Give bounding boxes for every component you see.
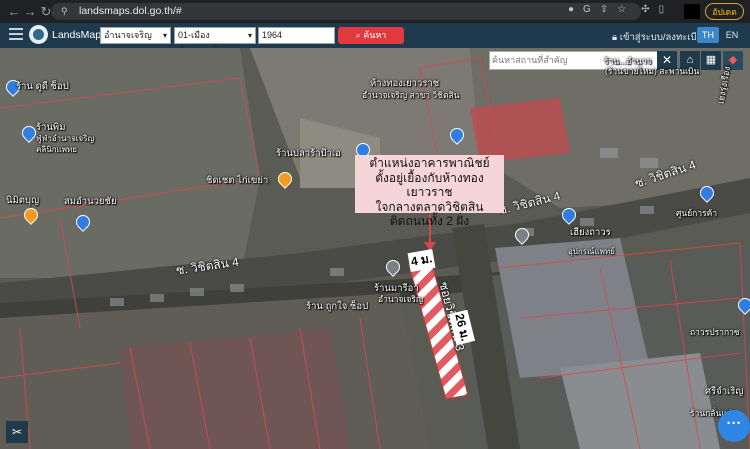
login-label: เข้าสู่ระบบ/ลงทะเบียน	[619, 32, 709, 43]
province-select[interactable]: อำนาจเจริญ ▾	[100, 27, 171, 44]
map-imagery	[0, 48, 750, 449]
district-select[interactable]: 01-เมืองอำนาจเจริญ ▾	[174, 27, 256, 55]
place-label: อุปกรณ์แพทย์	[568, 247, 615, 256]
place-label: ร้าน ดูดี ช็อป	[16, 81, 69, 92]
lang-th-button[interactable]: TH	[697, 27, 719, 43]
extensions-icon[interactable]: ✣	[641, 4, 649, 15]
place-label: ถาวรปรากาซ	[690, 327, 740, 337]
lock-icon: 🔒︎	[612, 32, 620, 43]
update-button[interactable]: อัปเดต	[705, 3, 744, 20]
chevron-down-icon: ▾	[162, 31, 167, 40]
forward-icon[interactable]: →	[22, 4, 38, 19]
app-title: LandsMaps	[52, 29, 107, 41]
province-value: อำนาจเจริญ	[104, 30, 152, 40]
satellite-map[interactable]: ค้นหาสถานที่สำคัญ ✕ ⌂ ▦ ◆ ร้าน ดูดี ช็อป…	[0, 48, 750, 449]
location-callout: ตำแหน่งอาคารพาณิชย์ ตั้งอยู่เยื้องกับห้า…	[355, 155, 504, 228]
place-label: ร้าน...อำนาจ	[604, 56, 652, 66]
place-label: ศูนย์การค้า	[676, 208, 718, 218]
location-icon[interactable]: ●	[568, 4, 574, 15]
place-label: นิมิตบุญ	[6, 195, 40, 206]
landsmaps-logo	[29, 25, 48, 44]
search-label: ค้นหา	[363, 30, 387, 40]
place-label: คลินิกแพทย	[36, 145, 77, 154]
place-label: อำนาจเจริญ	[378, 294, 424, 304]
bookmark-star-icon[interactable]: ☆	[617, 4, 626, 15]
address-bar[interactable]: ⚲ landsmaps.dol.go.th/#	[51, 3, 641, 20]
search-button[interactable]: ⌕ ค้นหา	[338, 27, 404, 44]
back-icon[interactable]: ←	[6, 4, 22, 19]
google-icon[interactable]: G	[583, 4, 591, 15]
place-label: ร้าน ถูกใจ ช็อป	[306, 301, 369, 312]
browser-action-icons: ● G ⇪ ☆ ✣ ▯	[568, 4, 664, 15]
place-label: ศรีจำเริญ	[705, 386, 744, 397]
callout-line: ติดถนนทั้ง 2 ฝั่ง	[389, 214, 470, 228]
menu-icon[interactable]	[9, 28, 23, 43]
more-options-button[interactable]: ···	[718, 410, 750, 442]
chevron-down-icon: ▾	[247, 31, 252, 40]
grid-icon[interactable]: ▦	[701, 51, 721, 70]
parcel-number-input[interactable]: 1964	[258, 27, 335, 44]
place-label: สมอำนวยชัย	[64, 196, 117, 207]
sidepanel-icon[interactable]: ▯	[659, 4, 665, 15]
callout-line: ตำแหน่งอาคารพาณิชย์	[369, 156, 490, 170]
measure-tool-icon[interactable]: ✂	[6, 421, 28, 443]
place-label: อำนาจเจริญ สาขา วิชิตสิน	[362, 90, 460, 100]
callout-line: ใจกลางตลาดวิชิตสิน	[375, 199, 484, 214]
parcel-number-value: 1964	[262, 30, 283, 40]
url-text: landsmaps.dol.go.th/#	[79, 5, 182, 17]
callout-line: ตั้งอยู่เยื้องกับห้างทองเยาวราช	[375, 170, 484, 200]
profile-avatar[interactable]	[684, 4, 700, 19]
lang-en-button[interactable]: EN	[721, 27, 743, 43]
place-label: เฮียงถาวร	[570, 227, 611, 238]
place-label: ชิดเชต ไก่เขย่า	[206, 175, 269, 186]
app-header: LandsMaps อำนาจเจริญ ▾ 01-เมืองอำนาจเจริ…	[0, 23, 750, 55]
place-label: ร้านปลาร้าป้าเอ	[276, 148, 341, 159]
share-icon[interactable]: ⇪	[600, 4, 608, 15]
site-info-icon[interactable]: ⚲	[61, 3, 68, 20]
login-link[interactable]: 🔒︎ เข้าสู่ระบบ/ลงทะเบียน	[612, 30, 709, 45]
